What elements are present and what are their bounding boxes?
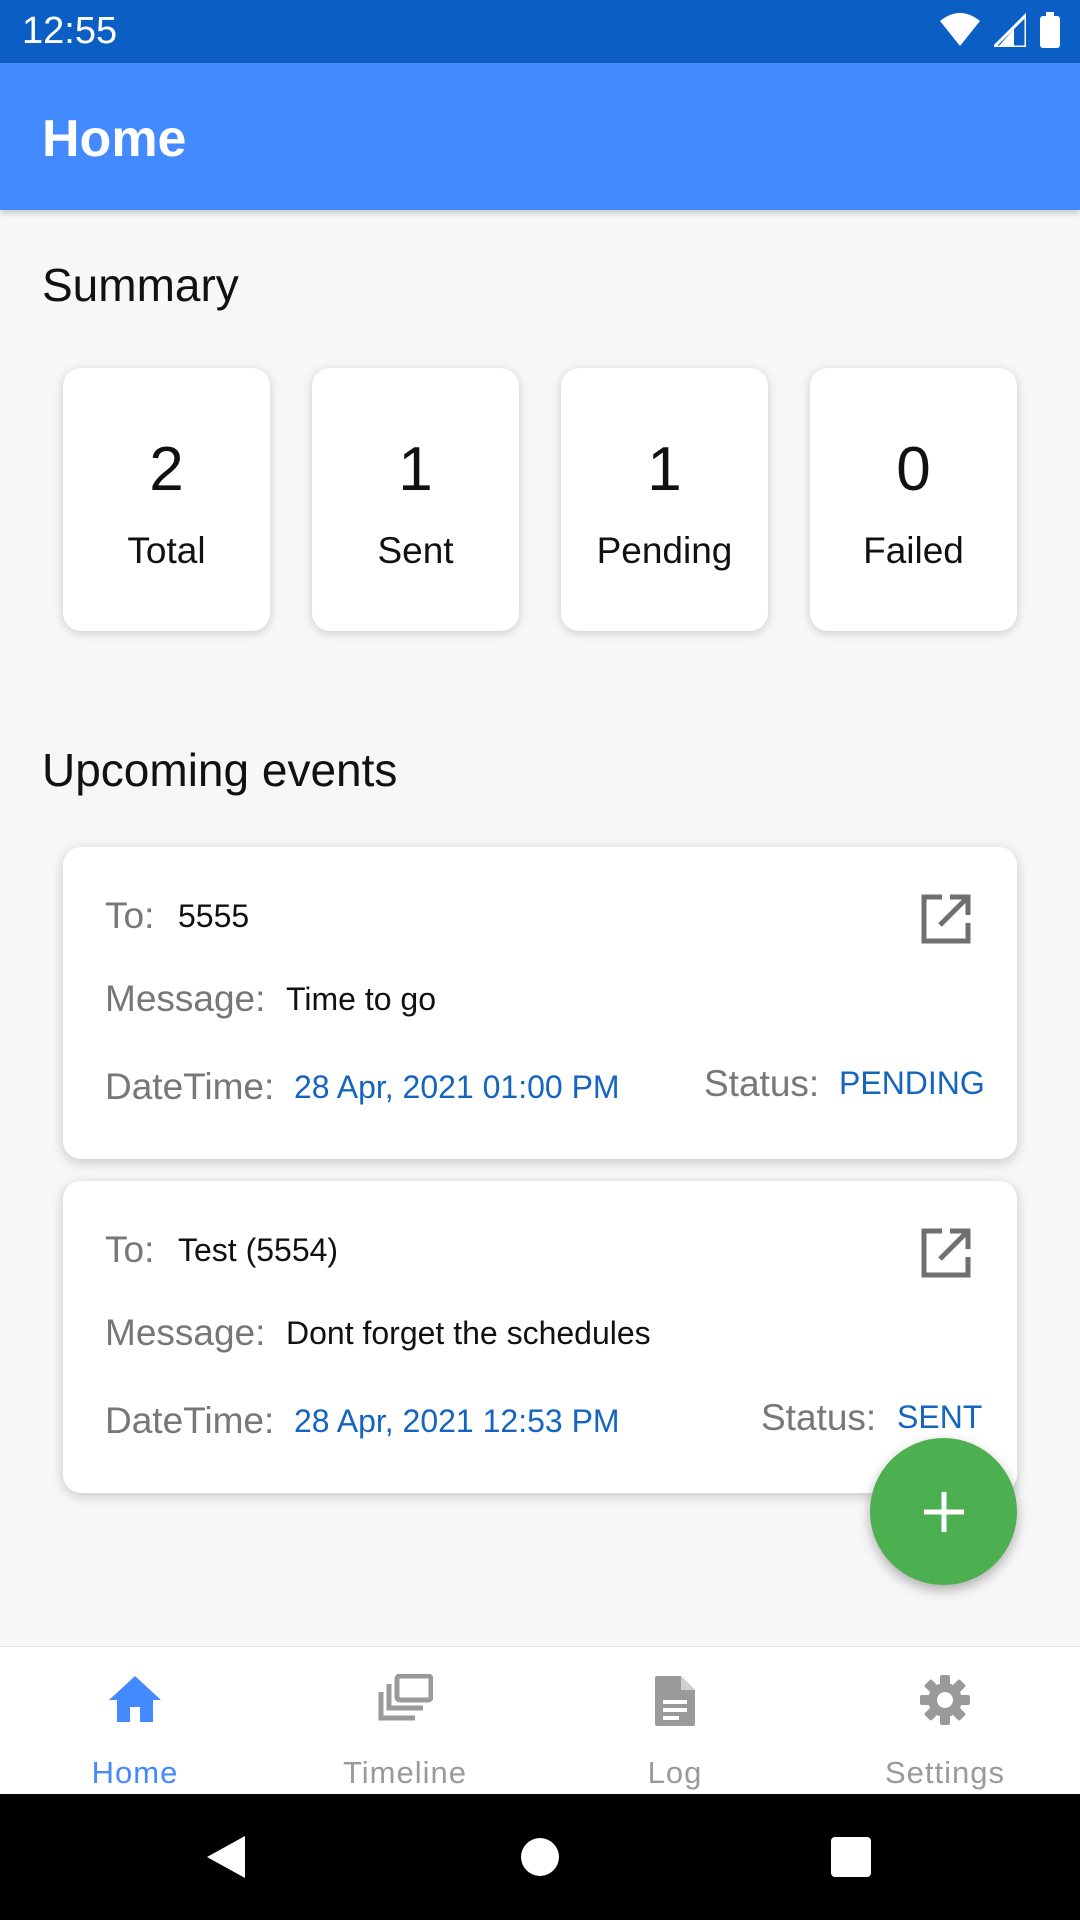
summary-label: Failed (863, 530, 964, 571)
summary-label: Total (127, 530, 206, 571)
plus-icon (923, 1491, 964, 1532)
summary-card-sent: 1 Sent (312, 368, 519, 631)
summary-label: Sent (377, 530, 454, 571)
datetime-value: 28 Apr, 2021 12:53 PM (294, 1403, 620, 1439)
message-label: Message: (105, 978, 266, 1019)
page-title: Home (42, 110, 187, 168)
wifi-icon (940, 13, 980, 46)
event-card[interactable]: To: Test (5554) Message: Dont forget the… (63, 1181, 1017, 1493)
status-label: Status: (704, 1063, 820, 1104)
nav-item-label: Timeline (343, 1755, 467, 1790)
add-event-button[interactable] (870, 1438, 1017, 1585)
home-icon (109, 1676, 161, 1722)
event-card[interactable]: To: 5555 Message: Time to go DateTime: 2… (63, 847, 1017, 1159)
to-label: To: (105, 895, 155, 936)
status-label: Status: (761, 1397, 877, 1438)
summary-label: Pending (596, 530, 733, 571)
signal-icon (994, 13, 1026, 47)
bottom-navigation: Home Timeline Log Settings (0, 1646, 1080, 1795)
open-in-new-icon[interactable] (920, 1227, 972, 1279)
status-time: 12:55 (22, 10, 118, 52)
summary-value: 1 (647, 435, 682, 504)
upcoming-heading: Upcoming events (42, 744, 398, 796)
recents-icon[interactable] (831, 1837, 871, 1877)
open-in-new-icon[interactable] (920, 893, 972, 945)
nav-item-label: Settings (884, 1755, 1005, 1790)
gear-icon (920, 1675, 970, 1725)
summary-card-pending: 1 Pending (561, 368, 768, 631)
status-icons (940, 12, 1060, 48)
nav-item-log[interactable]: Log (540, 1647, 810, 1795)
summary-value: 0 (896, 435, 931, 504)
to-label: To: (105, 1229, 155, 1270)
to-value: Test (5554) (178, 1232, 339, 1268)
nav-item-label: Log (647, 1755, 703, 1790)
system-navigation-bar (0, 1794, 1080, 1920)
home-button-icon[interactable] (520, 1837, 560, 1877)
summary-heading: Summary (42, 259, 239, 311)
datetime-label: DateTime: (105, 1066, 275, 1107)
document-icon (655, 1676, 695, 1726)
status-value: SENT (897, 1399, 983, 1435)
back-icon[interactable] (205, 1834, 247, 1880)
summary-card-total: 2 Total (63, 368, 270, 631)
message-value: Dont forget the schedules (286, 1315, 651, 1351)
nav-item-home[interactable]: Home (0, 1647, 270, 1795)
status-bar: 12:55 (0, 0, 1080, 63)
timeline-icon (378, 1674, 433, 1721)
nav-item-timeline[interactable]: Timeline (270, 1647, 540, 1795)
message-value: Time to go (286, 981, 436, 1017)
summary-value: 2 (149, 435, 184, 504)
datetime-value: 28 Apr, 2021 01:00 PM (294, 1069, 620, 1105)
summary-value: 1 (398, 435, 433, 504)
nav-item-label: Home (91, 1755, 179, 1790)
nav-item-settings[interactable]: Settings (810, 1647, 1080, 1795)
summary-card-failed: 0 Failed (810, 368, 1017, 631)
message-label: Message: (105, 1312, 266, 1353)
battery-icon (1040, 12, 1060, 48)
status-value: PENDING (839, 1065, 985, 1101)
to-value: 5555 (178, 898, 250, 934)
datetime-label: DateTime: (105, 1400, 275, 1441)
app-bar: Home (0, 63, 1080, 210)
